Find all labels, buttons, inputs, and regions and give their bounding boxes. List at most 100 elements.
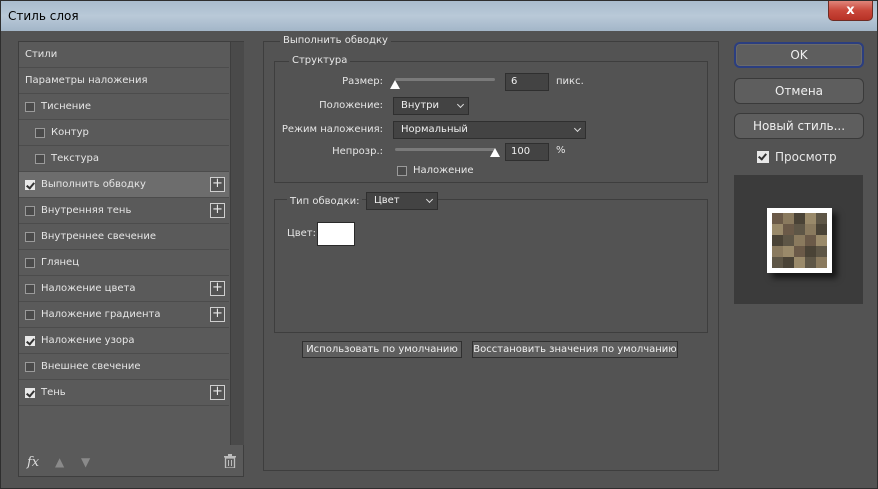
styles-list-scrollbar[interactable]: [230, 42, 244, 445]
pattern-cell: [783, 235, 794, 246]
size-slider[interactable]: [395, 78, 495, 81]
style-item-checkbox[interactable]: [25, 101, 35, 112]
pattern-cell: [805, 257, 816, 268]
pattern-cell: [805, 235, 816, 246]
style-item[interactable]: Текстура: [19, 146, 229, 172]
fill-type-select[interactable]: Цвет: [366, 192, 438, 210]
blend-mode-label: Режим наложения:: [281, 124, 383, 135]
reset-to-default-button[interactable]: Восстановить значения по умолчанию: [472, 341, 678, 358]
add-instance-icon[interactable]: +: [210, 307, 225, 322]
dialog-client: Стили Параметры наложения Тиснение Контур Те…: [8, 31, 870, 482]
fill-type-value: Цвет: [374, 195, 400, 206]
size-slider-thumb[interactable]: [390, 80, 400, 89]
make-default-button[interactable]: Использовать по умолчанию: [302, 341, 462, 358]
style-item[interactable]: Внутренняя тень +: [19, 198, 229, 224]
style-item[interactable]: Тиснение: [19, 94, 229, 120]
style-item-checkbox[interactable]: [25, 361, 35, 372]
blend-mode-select[interactable]: Нормальный: [393, 121, 586, 139]
pattern-cell: [783, 257, 794, 268]
pattern-cell: [783, 224, 794, 235]
add-instance-icon[interactable]: +: [210, 177, 225, 192]
styles-list: Стили Параметры наложения Тиснение Контур Те…: [19, 42, 229, 445]
style-item[interactable]: Глянец: [19, 250, 229, 276]
overprint-option[interactable]: Наложение: [397, 165, 474, 176]
pattern-cell: [783, 246, 794, 257]
preview-label: Просмотр: [775, 150, 837, 164]
style-item[interactable]: Стили: [19, 42, 229, 68]
size-label: Размер:: [342, 76, 383, 87]
styles-footer: fx ▲ ▼: [19, 447, 243, 477]
style-item-checkbox[interactable]: [35, 127, 45, 138]
style-item[interactable]: Контур: [19, 120, 229, 146]
ok-button[interactable]: OK: [734, 42, 864, 68]
style-item[interactable]: Тень +: [19, 380, 229, 406]
pattern-cell: [794, 224, 805, 235]
new-style-button[interactable]: Новый стиль...: [734, 113, 864, 139]
position-value: Внутри: [401, 100, 439, 111]
chevron-down-icon: [573, 124, 582, 133]
opacity-unit: %: [556, 145, 566, 156]
opacity-slider[interactable]: [395, 148, 495, 151]
move-up-icon[interactable]: ▲: [55, 455, 64, 469]
size-unit: пикс.: [556, 76, 584, 87]
window-title: Стиль слоя: [8, 9, 79, 23]
pattern-cell: [816, 213, 827, 224]
stroke-panel: Выполнить обводку Структура Размер: 6 пи…: [263, 35, 719, 471]
pattern-cell: [772, 246, 783, 257]
opacity-slider-thumb[interactable]: [490, 148, 500, 157]
preview-box: [734, 175, 863, 304]
add-instance-icon[interactable]: +: [210, 203, 225, 218]
style-item[interactable]: Параметры наложения: [19, 68, 229, 94]
preview-option[interactable]: Просмотр: [757, 150, 837, 164]
stroke-title: Выполнить обводку: [280, 35, 391, 46]
style-item-checkbox[interactable]: [25, 387, 35, 398]
style-item-label: Наложение цвета: [41, 283, 136, 294]
pattern-cell: [816, 257, 827, 268]
add-instance-icon[interactable]: +: [210, 385, 225, 400]
pattern-cell: [772, 213, 783, 224]
position-select[interactable]: Внутри: [393, 97, 469, 115]
color-swatch[interactable]: [317, 222, 355, 246]
styles-panel: Стили Параметры наложения Тиснение Контур Те…: [18, 41, 244, 477]
style-item-label: Внутренняя тень: [41, 205, 132, 216]
style-item-label: Текстура: [51, 153, 100, 164]
style-item[interactable]: Наложение цвета +: [19, 276, 229, 302]
pattern-cell: [805, 213, 816, 224]
opacity-input[interactable]: 100: [505, 143, 549, 161]
overprint-checkbox[interactable]: [397, 165, 407, 176]
style-item[interactable]: Наложение градиента +: [19, 302, 229, 328]
preview-thumbnail: [767, 208, 832, 273]
style-item-label: Стили: [25, 49, 58, 60]
preview-checkbox[interactable]: [757, 151, 769, 163]
pattern-cell: [805, 246, 816, 257]
style-item-checkbox[interactable]: [25, 205, 35, 216]
style-item-label: Тень: [41, 387, 66, 398]
style-item[interactable]: Внутреннее свечение: [19, 224, 229, 250]
fill-type-group: Тип обводки: Цвет Цвет:: [274, 192, 708, 333]
style-item-checkbox[interactable]: [25, 231, 35, 242]
fx-icon[interactable]: fx: [27, 455, 39, 470]
style-item[interactable]: Внешнее свечение: [19, 354, 229, 380]
structure-group: Структура Размер: 6 пикс. Положение: Вну…: [274, 55, 708, 183]
style-item-checkbox[interactable]: [35, 153, 45, 164]
size-input[interactable]: 6: [505, 73, 549, 91]
style-item-checkbox[interactable]: [25, 257, 35, 268]
style-item-checkbox[interactable]: [25, 283, 35, 294]
style-item[interactable]: Выполнить обводку +: [19, 172, 229, 198]
cancel-button[interactable]: Отмена: [734, 78, 864, 104]
position-label: Положение:: [319, 100, 383, 111]
style-item-checkbox[interactable]: [25, 179, 35, 190]
style-item-checkbox[interactable]: [25, 335, 35, 346]
chevron-down-icon: [456, 100, 465, 109]
style-item-checkbox[interactable]: [25, 309, 35, 320]
move-down-icon[interactable]: ▼: [81, 455, 90, 469]
add-instance-icon[interactable]: +: [210, 281, 225, 296]
close-button[interactable]: x: [828, 1, 873, 21]
pattern-cell: [816, 246, 827, 257]
style-item-label: Наложение градиента: [41, 309, 161, 320]
style-item[interactable]: Наложение узора: [19, 328, 229, 354]
pattern-cell: [772, 224, 783, 235]
trash-icon[interactable]: [224, 454, 236, 468]
pattern-preview: [772, 213, 827, 268]
title-bar[interactable]: Стиль слоя x: [1, 1, 877, 31]
